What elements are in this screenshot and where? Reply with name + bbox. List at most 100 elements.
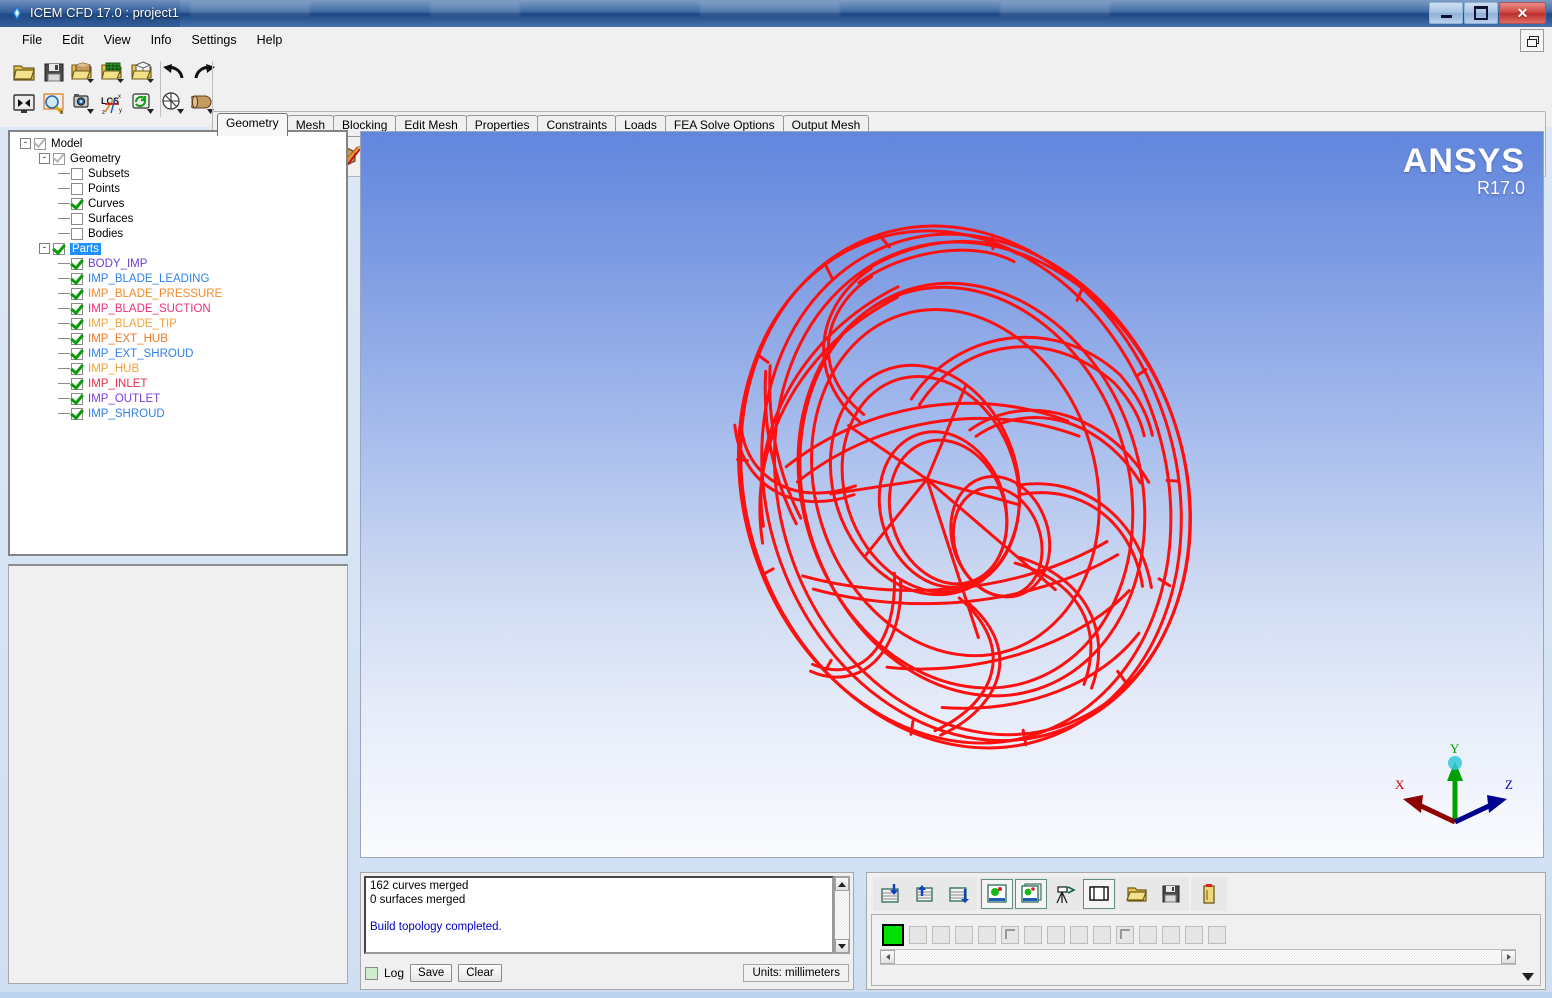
scroll-right-arrow-icon[interactable] xyxy=(1501,950,1516,964)
maximize-button[interactable] xyxy=(1464,2,1498,24)
tree-checkbox[interactable] xyxy=(71,182,83,195)
tree-node-imp-blade-suction[interactable]: IMP_BLADE_SUCTION xyxy=(14,301,346,316)
tree-checkbox[interactable] xyxy=(71,377,83,390)
zoom-box-icon[interactable]: x xyxy=(40,90,68,118)
tree-node-imp-inlet[interactable]: IMP_INLET xyxy=(14,376,346,391)
view-chip-5[interactable] xyxy=(1001,926,1019,944)
tree-node-imp-shroud[interactable]: IMP_SHROUD xyxy=(14,406,346,421)
scroll-up-arrow-icon[interactable] xyxy=(835,877,849,891)
load-from-list-icon[interactable] xyxy=(875,879,907,909)
open-file-icon[interactable] xyxy=(1121,879,1153,909)
menu-info[interactable]: Info xyxy=(141,30,182,50)
tree-checkbox[interactable] xyxy=(71,332,83,345)
menu-file[interactable]: File xyxy=(12,30,52,50)
open-mesh-icon[interactable] xyxy=(100,58,128,86)
scroll-left-arrow-icon[interactable] xyxy=(880,950,895,964)
tree-node-points[interactable]: Points xyxy=(14,181,346,196)
minimize-button[interactable] xyxy=(1429,2,1463,24)
display-mode-icon[interactable] xyxy=(160,90,188,118)
view-chip-0[interactable] xyxy=(882,924,904,946)
tree-node-imp-outlet[interactable]: IMP_OUTLET xyxy=(14,391,346,406)
message-scrollbar[interactable] xyxy=(834,876,850,954)
tree-checkbox[interactable] xyxy=(71,257,83,270)
scroll-down-arrow-icon[interactable] xyxy=(835,939,849,953)
expand-down-arrow-icon[interactable] xyxy=(1522,973,1534,981)
view-chip-11[interactable] xyxy=(1139,926,1157,944)
saved-views-icon[interactable] xyxy=(70,90,98,118)
view-chip-7[interactable] xyxy=(1047,926,1065,944)
tree-node-imp-ext-shroud[interactable]: IMP_EXT_SHROUD xyxy=(14,346,346,361)
tree-checkbox[interactable] xyxy=(71,272,83,285)
menu-settings[interactable]: Settings xyxy=(181,30,246,50)
view-chip-8[interactable] xyxy=(1070,926,1088,944)
tab-geometry[interactable]: Geometry xyxy=(217,113,288,136)
tree-checkbox[interactable] xyxy=(71,287,83,300)
tree-node-subsets[interactable]: Subsets xyxy=(14,166,346,181)
tree-expander-icon[interactable]: - xyxy=(39,243,50,254)
list-stack-icon[interactable] xyxy=(943,879,975,909)
view-chip-2[interactable] xyxy=(932,926,950,944)
model-tree-panel[interactable]: - Model - Geometry Subsets Points Curves Surfac… xyxy=(8,130,348,556)
tree-node-imp-blade-tip[interactable]: IMP_BLADE_TIP xyxy=(14,316,346,331)
view-chip-13[interactable] xyxy=(1185,926,1203,944)
view-chip-4[interactable] xyxy=(978,926,996,944)
open-project-icon[interactable] xyxy=(10,58,38,86)
view-chip-1[interactable] xyxy=(909,926,927,944)
menu-help[interactable]: Help xyxy=(247,30,293,50)
tree-checkbox[interactable] xyxy=(71,167,83,180)
tree-node-model[interactable]: - Model xyxy=(14,136,346,151)
tree-checkbox[interactable] xyxy=(71,317,83,330)
menu-view[interactable]: View xyxy=(94,30,141,50)
menu-edit[interactable]: Edit xyxy=(52,30,94,50)
save-to-list-icon[interactable] xyxy=(909,879,941,909)
clear-log-button[interactable]: Clear xyxy=(458,964,502,982)
refresh-display-icon[interactable] xyxy=(130,90,158,118)
tree-node-imp-blade-leading[interactable]: IMP_BLADE_LEADING xyxy=(14,271,346,286)
capture-screen-icon[interactable] xyxy=(981,879,1013,909)
message-log-text[interactable]: 162 curves merged 0 surfaces merged Build… xyxy=(364,876,834,954)
capture-all-icon[interactable] xyxy=(1015,879,1047,909)
open-geometry-icon[interactable] xyxy=(70,58,98,86)
tree-node-bodies[interactable]: Bodies xyxy=(14,226,346,241)
tree-checkbox[interactable] xyxy=(71,362,83,375)
frame-view-icon[interactable] xyxy=(1083,879,1115,909)
tree-checkbox[interactable] xyxy=(53,242,65,255)
tree-node-body-imp[interactable]: BODY_IMP xyxy=(14,256,346,271)
tree-checkbox[interactable] xyxy=(53,152,65,165)
tree-checkbox[interactable] xyxy=(71,347,83,360)
restore-window-icon[interactable] xyxy=(1520,29,1544,52)
tree-checkbox[interactable] xyxy=(71,197,83,210)
tree-checkbox[interactable] xyxy=(71,212,83,225)
tree-node-geometry[interactable]: - Geometry xyxy=(14,151,346,166)
tree-checkbox[interactable] xyxy=(71,302,83,315)
redo-icon[interactable] xyxy=(190,58,218,86)
view-chip-12[interactable] xyxy=(1162,926,1180,944)
open-blocking-icon[interactable] xyxy=(130,58,158,86)
view-chip-9[interactable] xyxy=(1093,926,1111,944)
view-chip-14[interactable] xyxy=(1208,926,1226,944)
chips-horizontal-scrollbar[interactable] xyxy=(880,949,1516,965)
undo-icon[interactable] xyxy=(160,58,188,86)
tree-node-curves[interactable]: Curves xyxy=(14,196,346,211)
save-log-button[interactable]: Save xyxy=(410,964,453,982)
fit-window-icon[interactable] xyxy=(10,90,38,118)
message-scroll-track[interactable] xyxy=(835,891,849,939)
local-coordinate-system-icon[interactable]: LCS x y z xyxy=(100,90,128,118)
tree-node-imp-blade-pressure[interactable]: IMP_BLADE_PRESSURE xyxy=(14,286,346,301)
graphics-viewport[interactable]: ANSYS R17.0 Y X Z xyxy=(360,131,1544,858)
tree-node-parts[interactable]: - Parts xyxy=(14,241,346,256)
save-file-icon[interactable] xyxy=(1155,879,1187,909)
view-chip-6[interactable] xyxy=(1024,926,1042,944)
tree-expander-icon[interactable]: - xyxy=(39,153,50,164)
save-project-icon[interactable] xyxy=(40,58,68,86)
tree-node-surfaces[interactable]: Surfaces xyxy=(14,211,346,226)
tree-expander-icon[interactable]: - xyxy=(20,138,31,149)
tree-checkbox[interactable] xyxy=(71,392,83,405)
tree-checkbox[interactable] xyxy=(34,137,46,150)
view-chip-3[interactable] xyxy=(955,926,973,944)
close-button[interactable]: ✕ xyxy=(1499,2,1546,24)
log-checkbox[interactable] xyxy=(365,966,378,980)
tree-checkbox[interactable] xyxy=(71,407,83,420)
tree-checkbox[interactable] xyxy=(71,227,83,240)
camera-tripod-icon[interactable] xyxy=(1049,879,1081,909)
